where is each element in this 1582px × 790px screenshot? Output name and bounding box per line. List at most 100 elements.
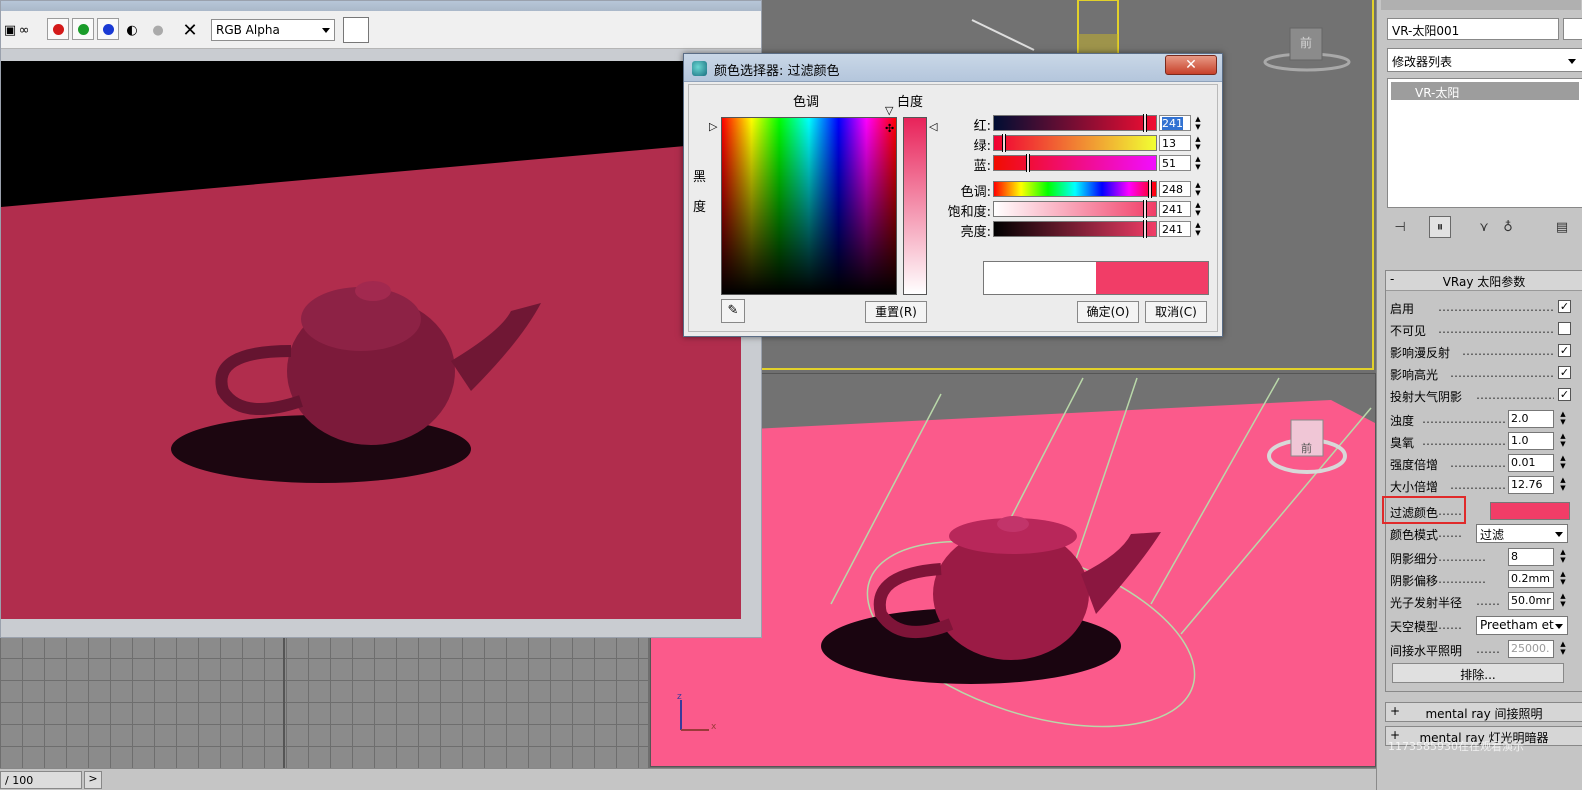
clear-icon[interactable]: ✕ (181, 20, 199, 41)
spinner-arrows-icon[interactable]: ▲ ▼ (1558, 640, 1568, 658)
pin-stack-icon[interactable]: ⊣ (1389, 216, 1411, 238)
hue-marker-icon[interactable]: ▽ (885, 105, 893, 116)
param-color-mode: 颜色模式 …… 过滤 (1390, 523, 1582, 543)
object-name-field[interactable]: VR-太阳001 (1387, 18, 1559, 40)
modifier-list-dropdown[interactable]: 修改器列表 (1387, 48, 1582, 72)
hue-value-input[interactable]: 248 (1159, 181, 1191, 197)
background-color-swatch[interactable] (343, 17, 369, 43)
shadow-subdivs-input[interactable]: 8 (1508, 548, 1554, 566)
view-cube-label[interactable]: 前 (1300, 34, 1312, 51)
spinner-arrows-icon[interactable]: ▲ ▼ (1558, 432, 1568, 450)
spinner-arrows-icon[interactable]: ▲ ▼ (1193, 135, 1203, 151)
spinner-arrows-icon[interactable]: ▲ ▼ (1558, 570, 1568, 588)
alpha-channel-icon[interactable]: ◐ (123, 21, 141, 39)
blue-slider[interactable] (993, 154, 1157, 172)
red-slider[interactable] (993, 114, 1157, 132)
close-button[interactable]: ✕ (1165, 55, 1217, 75)
chevron-down-icon (1555, 532, 1563, 537)
blue-value-input[interactable]: 51 (1159, 155, 1191, 171)
spinner-arrows-icon[interactable]: ▲ ▼ (1558, 454, 1568, 472)
param-label: 阴影偏移 (1390, 574, 1439, 588)
ok-button[interactable]: 确定(O) (1077, 301, 1139, 323)
configure-sets-icon[interactable]: ▤ (1551, 216, 1573, 238)
red-slider-handle[interactable] (1143, 114, 1147, 132)
sky-model-dropdown[interactable]: Preetham et (1476, 616, 1568, 635)
slider-row-green: 绿: 13 ▲ ▼ (937, 133, 1213, 154)
spinner-arrows-icon[interactable]: ▲ ▼ (1558, 592, 1568, 610)
hue-slider-handle[interactable] (1148, 180, 1152, 198)
show-end-result-icon[interactable]: ⏸ (1429, 216, 1451, 238)
spinner-arrows-icon[interactable]: ▲ ▼ (1558, 410, 1568, 428)
turbidity-input[interactable]: 2.0 (1508, 410, 1554, 428)
param-size: 大小倍增 …………… 12.76 ▲ ▼ (1390, 475, 1582, 495)
dialog-titlebar[interactable]: 颜色选择器: 过滤颜色 ✕ (684, 54, 1222, 82)
indirect-horizontal-input[interactable]: 25000. (1508, 640, 1554, 658)
spinner-arrows-icon[interactable]: ▲ ▼ (1193, 201, 1203, 217)
intensity-multiplier-input[interactable]: 0.01 (1508, 454, 1554, 472)
saturation-slider[interactable] (993, 200, 1157, 218)
object-color-swatch[interactable] (1563, 18, 1582, 40)
rollout-header[interactable]: - VRay 太阳参数 (1386, 271, 1582, 291)
cube-face-label[interactable]: 前 (1301, 440, 1312, 456)
green-slider[interactable] (993, 134, 1157, 152)
green-slider-handle[interactable] (1002, 134, 1006, 152)
cast-atmospheric-checkbox[interactable]: ✓ (1558, 388, 1571, 401)
leader-dots: ………………… (1476, 388, 1554, 402)
shadow-bias-input[interactable]: 0.2mm (1508, 570, 1554, 588)
value-value-input[interactable]: 241 (1159, 221, 1191, 237)
eyedropper-button[interactable]: ✎ (721, 299, 745, 323)
remove-modifier-icon[interactable]: ♁ (1497, 216, 1519, 238)
size-multiplier-input[interactable]: 12.76 (1508, 476, 1554, 494)
param-shadow-subdivs: 阴影细分 ………… 8 ▲ ▼ (1390, 547, 1582, 567)
channel-dropdown[interactable]: RGB Alpha (211, 19, 335, 41)
next-frame-button[interactable]: > (84, 771, 102, 789)
make-unique-icon[interactable]: ⋎ (1473, 216, 1495, 238)
original-color-swatch[interactable] (984, 262, 1096, 294)
ozone-input[interactable]: 1.0 (1508, 432, 1554, 450)
photon-radius-input[interactable]: 50.0mr (1508, 592, 1554, 610)
exclude-button[interactable]: 排除... (1392, 663, 1564, 683)
command-panel-tabs[interactable] (1381, 0, 1581, 10)
spinner-arrows-icon[interactable]: ▲ ▼ (1193, 181, 1203, 197)
frame-counter[interactable]: / 100 (0, 771, 82, 789)
reset-button[interactable]: 重置(R) (865, 301, 927, 323)
enabled-checkbox[interactable]: ✓ (1558, 300, 1571, 313)
spinner-arrows-icon[interactable]: ▲ ▼ (1558, 476, 1568, 494)
rendered-teapot-scene (1, 141, 741, 619)
spinner-arrows-icon[interactable]: ▲ ▼ (1193, 155, 1203, 171)
param-label: 投射大气阴影 (1390, 390, 1463, 404)
spinner-arrows-icon[interactable]: ▲ ▼ (1193, 115, 1203, 131)
bottom-left-grid-viewport[interactable] (0, 636, 648, 774)
mono-channel-icon[interactable]: ● (149, 21, 167, 39)
param-sky-model: 天空模型 …… Preetham et (1390, 615, 1582, 635)
invisible-checkbox[interactable] (1558, 322, 1571, 335)
blue-slider-handle[interactable] (1026, 154, 1030, 172)
clone-frame-icon[interactable]: ∞ (15, 21, 33, 39)
affect-specular-checkbox[interactable]: ✓ (1558, 366, 1571, 379)
spinner-arrows-icon[interactable]: ▲ ▼ (1193, 221, 1203, 237)
red-value-input[interactable]: 241 (1159, 115, 1191, 131)
hue-slider[interactable] (993, 180, 1157, 198)
hue-blackness-picker[interactable] (721, 117, 897, 295)
color-mode-dropdown[interactable]: 过滤 (1476, 524, 1568, 543)
stack-item-vr-sun[interactable]: VR-太阳 (1391, 82, 1579, 100)
saturation-value-input[interactable]: 241 (1159, 201, 1191, 217)
param-label: 光子发射半径 (1390, 596, 1463, 610)
green-value-input[interactable]: 13 (1159, 135, 1191, 151)
affect-diffuse-checkbox[interactable]: ✓ (1558, 344, 1571, 357)
green-channel-button[interactable] (72, 18, 94, 40)
whiteness-bar[interactable] (903, 117, 927, 295)
value-slider[interactable] (993, 220, 1157, 238)
saturation-slider-handle[interactable] (1143, 200, 1147, 218)
collapse-icon: - (1390, 272, 1395, 286)
cancel-button[interactable]: 取消(C) (1145, 301, 1207, 323)
red-channel-button[interactable] (47, 18, 69, 40)
blue-channel-button[interactable] (97, 18, 119, 40)
value-slider-handle[interactable] (1143, 220, 1147, 238)
spinner-arrows-icon[interactable]: ▲ ▼ (1558, 548, 1568, 566)
blackness-marker-icon[interactable]: ▷ (709, 121, 717, 132)
new-color-swatch (1096, 262, 1208, 294)
render-window-titlebar[interactable] (1, 1, 761, 11)
rollout-mr-indirect[interactable]: + mental ray 间接照明 (1385, 702, 1582, 722)
filter-color-swatch[interactable] (1490, 502, 1570, 520)
